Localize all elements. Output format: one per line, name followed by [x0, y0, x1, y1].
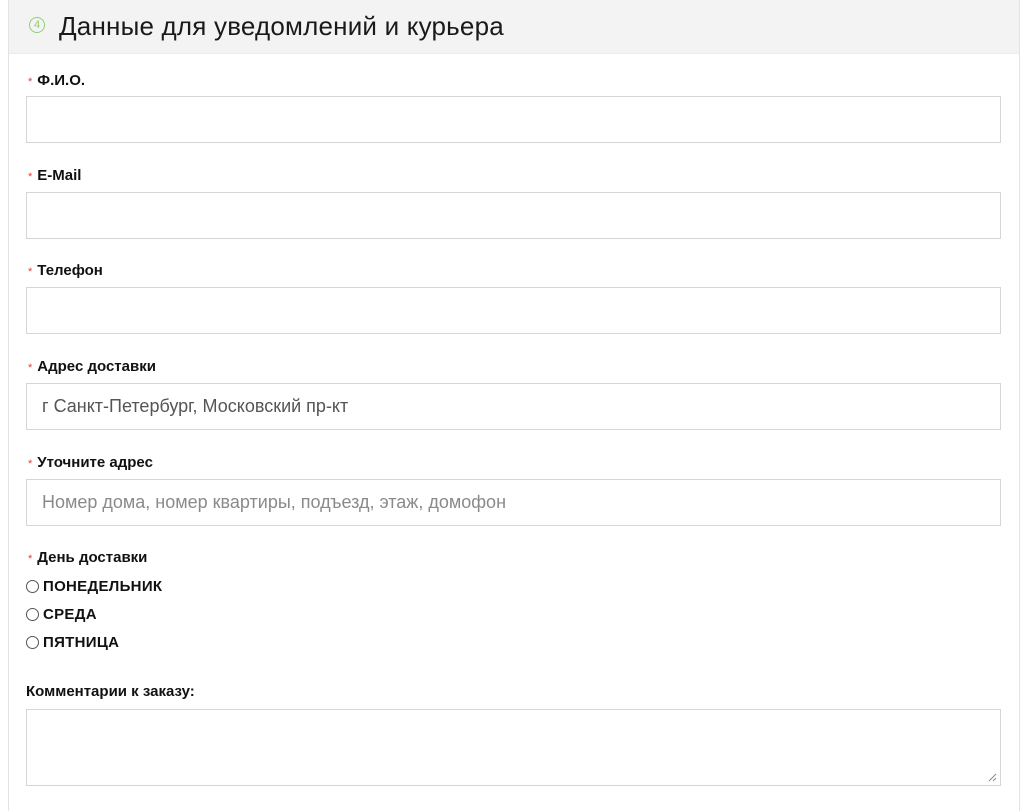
required-marker: *	[28, 266, 33, 278]
email-input[interactable]	[26, 192, 1001, 239]
step-number-badge: 4	[29, 17, 45, 33]
phone-input[interactable]	[26, 287, 1001, 334]
required-marker: *	[28, 171, 33, 183]
delivery-day-option-friday[interactable]: ПЯТНИЦА	[26, 632, 119, 652]
required-marker: *	[28, 458, 33, 470]
email-label: E-Mail	[37, 167, 82, 184]
address-details-label-row: * Уточните адрес	[28, 454, 153, 472]
phone-label: Телефон	[37, 262, 103, 279]
required-marker: *	[28, 553, 33, 565]
delivery-day-label-row: * День доставки	[28, 549, 147, 567]
address-label-row: * Адрес доставки	[28, 358, 156, 376]
fio-label-row: * Ф.И.О.	[28, 72, 85, 90]
fio-input[interactable]	[26, 96, 1001, 143]
phone-label-row: * Телефон	[28, 262, 103, 280]
resize-handle-icon[interactable]	[987, 772, 997, 782]
option-label: ПОНЕДЕЛЬНИК	[43, 577, 163, 595]
section-header: 4 Данные для уведомлений и курьера	[9, 0, 1019, 54]
delivery-day-option-wednesday[interactable]: СРЕДА	[26, 604, 97, 624]
email-label-row: * E-Mail	[28, 167, 81, 185]
address-label: Адрес доставки	[37, 358, 156, 375]
option-label: СРЕДА	[43, 605, 97, 623]
comment-textarea[interactable]	[26, 709, 1001, 786]
delivery-day-label: День доставки	[37, 549, 148, 566]
required-marker: *	[28, 76, 33, 88]
address-details-input[interactable]	[26, 479, 1001, 526]
delivery-day-option-monday[interactable]: ПОНЕДЕЛЬНИК	[26, 576, 162, 596]
radio-button[interactable]	[26, 579, 39, 593]
required-marker: *	[28, 362, 33, 374]
section-title: Данные для уведомлений и курьера	[59, 11, 504, 41]
comment-label: Комментарии к заказу:	[26, 683, 195, 700]
radio-button[interactable]	[26, 607, 39, 621]
option-label: ПЯТНИЦА	[43, 633, 120, 651]
fio-label: Ф.И.О.	[37, 72, 86, 89]
address-input[interactable]	[26, 383, 1001, 430]
radio-button[interactable]	[26, 635, 39, 649]
address-details-label: Уточните адрес	[37, 454, 153, 471]
